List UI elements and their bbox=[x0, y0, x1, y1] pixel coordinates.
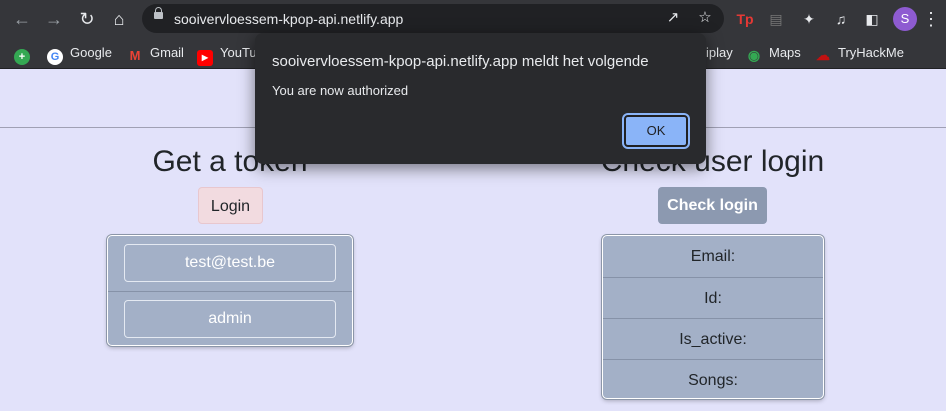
list-item: admin bbox=[108, 291, 352, 346]
bookmark-star-icon[interactable]: ☆ bbox=[696, 9, 714, 27]
home-icon[interactable]: ⌂ bbox=[108, 8, 130, 30]
email-label: Email: bbox=[690, 248, 736, 265]
songs-label: Songs: bbox=[603, 359, 823, 400]
extension-icon[interactable]: ▤ bbox=[766, 9, 786, 29]
bookmark-add[interactable]: + bbox=[14, 44, 37, 65]
ok-button[interactable]: OK bbox=[624, 115, 688, 147]
side-panel-icon[interactable]: ◧ bbox=[862, 9, 882, 29]
forward-arrow-icon[interactable]: → bbox=[43, 8, 65, 30]
add-bookmark-icon: + bbox=[14, 49, 30, 65]
login-button[interactable]: Login bbox=[198, 187, 263, 224]
alert-dialog: sooivervloessem-kpop-api.netlify.app mel… bbox=[255, 33, 706, 164]
puzzle-icon[interactable]: ✦ bbox=[799, 9, 819, 29]
id-label: Id: bbox=[603, 277, 823, 318]
bookmark-tryhackme[interactable]: ☁ TryHackMe bbox=[815, 44, 904, 63]
url-text[interactable]: sooivervloessem-kpop-api.netlify.app bbox=[174, 11, 403, 27]
bookmark-google[interactable]: G Google bbox=[47, 44, 112, 65]
bookmark-label: Gmail bbox=[150, 45, 184, 60]
tp-extension-icon[interactable]: Tp bbox=[735, 9, 755, 29]
is-active-label: Is_active: bbox=[603, 318, 823, 359]
menu-icon[interactable]: ⋮ bbox=[922, 8, 940, 30]
lock-icon[interactable] bbox=[154, 7, 163, 19]
bookmark-label: TryHackMe bbox=[838, 45, 904, 60]
list-item: test@test.be bbox=[108, 236, 352, 291]
bookmark-maps[interactable]: ◉ Maps bbox=[746, 44, 801, 63]
reload-icon[interactable]: ↻ bbox=[76, 8, 98, 30]
youtube-icon: ▶ bbox=[197, 50, 213, 66]
tryhackme-icon: ☁ bbox=[815, 47, 831, 63]
google-icon: G bbox=[47, 49, 63, 65]
bookmark-label: iplay bbox=[706, 45, 733, 60]
bookmark-label: YouTu bbox=[220, 45, 257, 60]
password-field[interactable]: admin bbox=[124, 300, 336, 338]
maps-icon: ◉ bbox=[746, 47, 762, 63]
bookmark-iplay[interactable]: iplay bbox=[706, 44, 733, 62]
bookmark-gmail[interactable]: M Gmail bbox=[127, 44, 184, 64]
bookmark-label: Google bbox=[70, 45, 112, 60]
browser-toolbar: ← → ↻ ⌂ sooivervloessem-kpop-api.netlify… bbox=[0, 0, 946, 37]
gmail-icon: M bbox=[127, 48, 143, 64]
check-login-button[interactable]: Check login bbox=[658, 187, 767, 224]
credentials-card: test@test.be admin bbox=[107, 235, 353, 346]
back-arrow-icon[interactable]: ← bbox=[11, 8, 33, 30]
media-control-icon[interactable]: ♫ bbox=[831, 9, 851, 29]
dialog-title: sooivervloessem-kpop-api.netlify.app mel… bbox=[272, 53, 649, 70]
bookmark-youtube[interactable]: ▶ YouTu bbox=[197, 44, 257, 66]
share-icon[interactable]: ↗ bbox=[664, 9, 682, 27]
user-info-card: Email: Id: Is_active: Songs: bbox=[602, 235, 824, 399]
bookmark-label: Maps bbox=[769, 45, 801, 60]
address-bar[interactable]: sooivervloessem-kpop-api.netlify.app ↗ ☆ bbox=[142, 4, 724, 33]
email-field[interactable]: test@test.be bbox=[124, 244, 336, 282]
dialog-message: You are now authorized bbox=[272, 83, 409, 98]
avatar[interactable]: S bbox=[893, 7, 917, 31]
